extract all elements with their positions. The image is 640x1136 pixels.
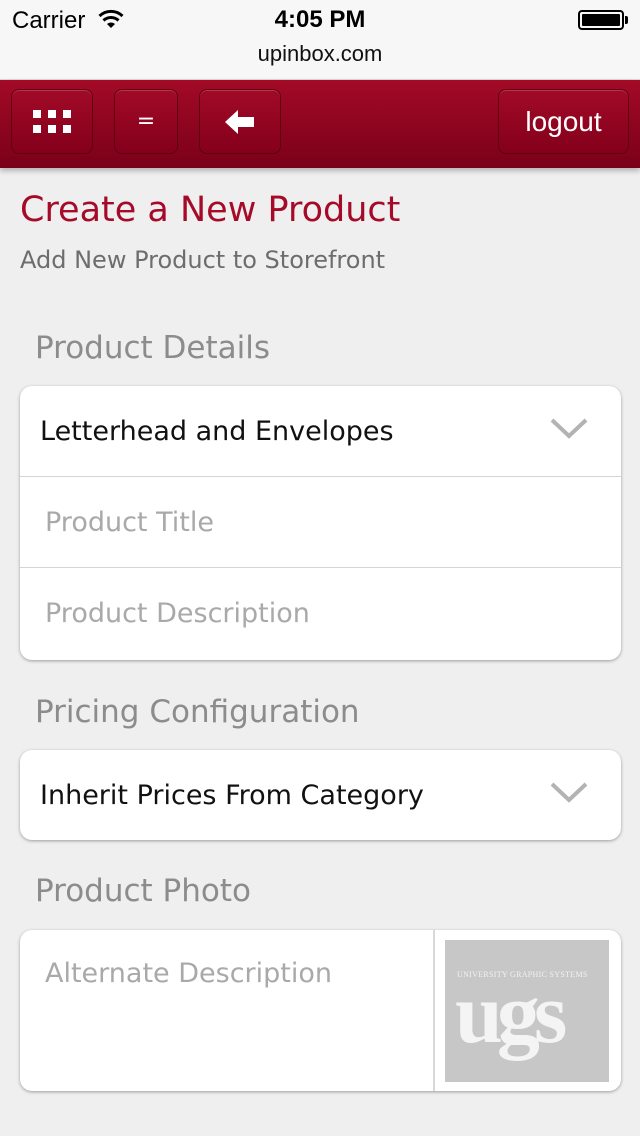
chevron-down-icon [550,418,588,439]
product-photo-heading: Product Photo [35,873,251,909]
product-description-field[interactable]: Product Description [20,568,621,659]
nav-bar: = logout [0,80,640,168]
pricing-card: Inherit Prices From Category [20,750,621,840]
page-title: Create a New Product [20,190,401,230]
logout-button[interactable]: logout [498,89,629,154]
page-subtitle: Add New Product to Storefront [20,246,386,274]
arrow-left-icon [225,109,254,134]
equals-button[interactable]: = [114,89,178,154]
product-details-card: Letterhead and Envelopes Product Title P… [20,386,621,660]
chevron-down-icon [550,782,588,803]
menu-grid-button[interactable] [11,89,93,154]
battery-icon [578,10,628,30]
status-bar: Carrier 4:05 PM upinbox.com [0,0,640,80]
product-photo-thumbnail[interactable]: UNIVERSITY GRAPHIC SYSTEMS ugs [445,940,609,1082]
category-select-value: Letterhead and Envelopes [40,415,394,447]
alternate-description-field[interactable]: Alternate Description [20,930,435,1091]
product-photo-card: Alternate Description UNIVERSITY GRAPHIC… [20,930,621,1091]
pricing-select[interactable]: Inherit Prices From Category [20,750,621,840]
product-details-heading: Product Details [35,330,271,366]
pricing-select-value: Inherit Prices From Category [40,779,424,811]
pricing-configuration-heading: Pricing Configuration [35,694,360,730]
product-title-placeholder: Product Title [45,506,214,538]
ugs-logo: ugs [455,965,567,1061]
clock: 4:05 PM [274,6,366,33]
product-description-placeholder: Product Description [45,598,310,629]
product-title-field[interactable]: Product Title [20,477,621,568]
back-button[interactable] [199,89,281,154]
alternate-description-placeholder: Alternate Description [45,958,333,989]
url-label[interactable]: upinbox.com [0,41,640,67]
grid-icon [33,110,71,133]
category-select[interactable]: Letterhead and Envelopes [20,386,621,477]
